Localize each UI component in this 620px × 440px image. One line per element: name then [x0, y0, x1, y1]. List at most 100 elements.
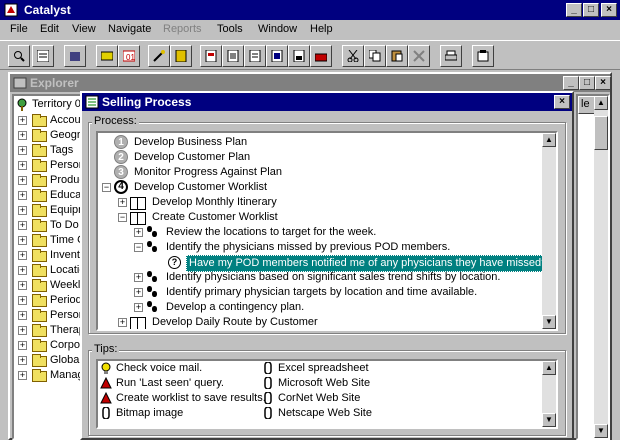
toolbar-doc-4-icon[interactable] — [266, 45, 288, 67]
explorer-right-pane: le ▲ ▼ — [576, 94, 610, 440]
menu-help[interactable]: Help — [310, 23, 333, 35]
expand-icon[interactable]: + — [18, 131, 27, 140]
expand-icon[interactable]: + — [18, 281, 27, 290]
process-scroll-up-button[interactable]: ▲ — [542, 133, 556, 147]
expand-icon[interactable]: + — [134, 288, 143, 297]
menu-edit[interactable]: Edit — [40, 23, 59, 35]
expand-icon[interactable]: + — [18, 341, 27, 350]
expand-icon[interactable]: + — [18, 176, 27, 185]
tree-item-label: Period — [50, 294, 82, 306]
close-button[interactable]: × — [601, 3, 617, 17]
expand-icon[interactable]: + — [18, 326, 27, 335]
explorer-scrollbar[interactable]: ▲ ▼ — [594, 96, 608, 438]
collapse-icon[interactable]: − — [102, 183, 111, 192]
tree-item-label: Corpor — [50, 339, 84, 351]
expand-icon[interactable]: + — [118, 198, 127, 207]
expand-icon[interactable]: + — [18, 116, 27, 125]
menu-file[interactable]: File — [10, 23, 28, 35]
explorer-maximize-button[interactable]: □ — [579, 76, 595, 90]
expand-icon[interactable]: + — [134, 303, 143, 312]
expand-icon[interactable]: + — [18, 191, 27, 200]
menu-window[interactable]: Window — [258, 23, 297, 35]
folder-icon — [32, 114, 47, 127]
cut-icon[interactable] — [342, 45, 364, 67]
menu-reports[interactable]: Reports — [163, 23, 202, 35]
message-icon[interactable] — [96, 45, 118, 67]
footsteps-icon — [146, 300, 160, 314]
explorer-tree[interactable]: Territory 0 + Accou + Geogra + Tags + Persor + Pr… — [12, 94, 84, 440]
scroll-down-button[interactable]: ▼ — [594, 424, 608, 438]
toolbar-doc-5-icon[interactable] — [288, 45, 310, 67]
menu-tools[interactable]: Tools — [217, 23, 243, 35]
toolbar-doc-1-icon[interactable] — [200, 45, 222, 67]
menu-view[interactable]: View — [72, 23, 96, 35]
toolbox-icon[interactable] — [310, 45, 332, 67]
selling-process-close-button[interactable]: × — [554, 95, 570, 109]
folder-icon — [32, 294, 47, 307]
expand-icon[interactable]: + — [18, 206, 27, 215]
expand-icon[interactable]: + — [134, 273, 143, 282]
report-icon[interactable] — [170, 45, 192, 67]
expand-icon[interactable]: + — [18, 356, 27, 365]
folder-icon — [32, 249, 47, 262]
expand-icon[interactable]: + — [18, 251, 27, 260]
process-tree[interactable]: 1 Develop Business Plan 2 Develop Custom… — [96, 131, 558, 331]
step-2-label: Develop Customer Plan — [134, 151, 251, 163]
collapse-icon[interactable]: − — [134, 243, 143, 252]
selling-process-icon — [85, 95, 99, 109]
paste-icon[interactable] — [386, 45, 408, 67]
explorer-minimize-button[interactable]: _ — [563, 76, 579, 90]
calendar-icon[interactable]: 01 — [118, 45, 140, 67]
list-icon[interactable] — [32, 45, 54, 67]
expand-icon[interactable]: + — [18, 146, 27, 155]
expand-icon[interactable]: + — [18, 236, 27, 245]
footsteps-icon — [146, 270, 160, 284]
sub-label: Develop Daily Route by Customer — [152, 316, 318, 328]
copy-icon[interactable] — [364, 45, 386, 67]
collapse-icon[interactable]: − — [118, 213, 127, 222]
step-4-label: Develop Customer Worklist — [134, 181, 268, 193]
new-record-icon[interactable] — [64, 45, 86, 67]
tips-list[interactable]: Check voice mail. Run 'Last seen' query.… — [96, 359, 558, 429]
expand-icon[interactable]: + — [134, 228, 143, 237]
tips-scroll-up-button[interactable]: ▲ — [542, 361, 556, 375]
find-icon[interactable] — [8, 45, 30, 67]
expand-icon[interactable]: + — [18, 296, 27, 305]
tip-label: Microsoft Web Site — [278, 377, 371, 389]
toolbar-doc-3-icon[interactable] — [244, 45, 266, 67]
explorer-title-bar: Explorer _ □ × — [10, 74, 611, 92]
expand-icon[interactable]: + — [118, 318, 127, 327]
wizard-icon[interactable] — [148, 45, 170, 67]
tree-root-label: Territory 0 — [32, 98, 81, 110]
toolbar-doc-2-icon[interactable] — [222, 45, 244, 67]
expand-icon[interactable]: + — [18, 371, 27, 380]
tree-item-label: Produc — [50, 174, 84, 186]
folder-icon — [32, 174, 47, 187]
explorer-close-button[interactable]: × — [595, 76, 611, 90]
expand-icon[interactable]: + — [18, 161, 27, 170]
print-icon[interactable] — [440, 45, 462, 67]
menu-navigate[interactable]: Navigate — [108, 23, 151, 35]
tree-item-label: Tags — [50, 144, 74, 156]
expand-icon[interactable]: + — [18, 311, 27, 320]
folder-icon — [32, 189, 47, 202]
tips-scrollbar[interactable]: ▲ ▼ — [542, 361, 556, 427]
scroll-thumb[interactable] — [594, 116, 608, 150]
expand-icon[interactable]: + — [18, 221, 27, 230]
folder-icon — [32, 159, 47, 172]
expand-icon[interactable]: + — [18, 266, 27, 275]
tips-scroll-down-button[interactable]: ▼ — [542, 413, 556, 427]
phone-icon[interactable] — [472, 45, 494, 67]
delete-icon[interactable] — [408, 45, 430, 67]
tree-item-label: Persor — [50, 159, 83, 171]
explorer-icon — [13, 77, 27, 89]
process-scroll-down-button[interactable]: ▼ — [542, 315, 556, 329]
process-label: Process: — [92, 115, 139, 127]
footsteps-icon — [146, 225, 160, 239]
step-4-icon: 4 — [114, 180, 128, 194]
scroll-up-button[interactable]: ▲ — [594, 96, 608, 110]
minimize-button[interactable]: _ — [566, 3, 582, 17]
process-scrollbar[interactable]: ▲ ▼ — [542, 133, 556, 329]
maximize-button[interactable]: □ — [583, 3, 599, 17]
tree-item-label: Educa — [50, 189, 82, 201]
